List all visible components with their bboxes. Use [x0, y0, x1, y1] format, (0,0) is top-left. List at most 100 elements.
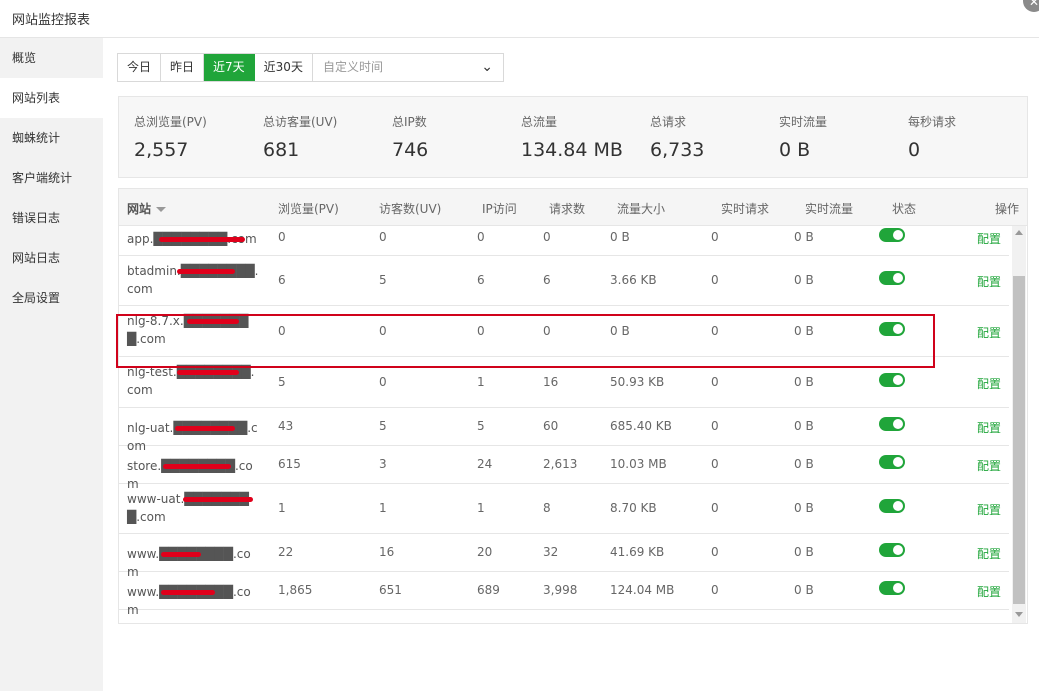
status-toggle[interactable]	[879, 581, 905, 595]
stat-label: 总访客量(UV)	[263, 115, 338, 129]
sidebar-item-error-log[interactable]: 错误日志	[0, 198, 103, 238]
range-30days-button[interactable]: 近30天	[255, 54, 313, 81]
config-link[interactable]: 配置	[977, 273, 1001, 290]
sidebar-item-label: 客户端统计	[12, 171, 73, 185]
stat-total-ip: 总IP数 746	[392, 113, 428, 161]
stat-value: 681	[263, 139, 300, 161]
stat-total-uv: 总访客量(UV) 681	[263, 113, 337, 161]
date-range-selector: 今日 昨日 近7天 近30天 自定义时间 ⌄	[117, 53, 504, 82]
config-link[interactable]: 配置	[977, 457, 1001, 474]
cell-uv: 5	[379, 273, 387, 287]
table-row: www-uat.████████.com 1 1 1 8 8.70 KB 0 0 B 配置	[119, 484, 1009, 534]
cell-pv: 615	[278, 457, 301, 471]
cell-rt-traffic: 0 B	[794, 583, 814, 597]
table-body: app.████████.com00000 B00 B配置btadmin.███…	[119, 226, 1009, 623]
config-link[interactable]: 配置	[977, 375, 1001, 392]
range-yesterday-button[interactable]: 昨日	[161, 54, 205, 81]
custom-time-select[interactable]: 自定义时间 ⌄	[313, 54, 503, 81]
cell-rt-traffic: 0 B	[794, 273, 814, 287]
status-toggle[interactable]	[879, 499, 905, 513]
cell-site: www.████████.com	[127, 585, 251, 617]
cell-uv: 5	[379, 419, 387, 433]
cell-ip: 24	[477, 457, 493, 471]
status-toggle[interactable]	[879, 373, 905, 387]
stat-label: 总流量	[521, 115, 558, 129]
scroll-down-icon[interactable]	[1015, 612, 1023, 617]
cell-ip: 0	[477, 230, 485, 244]
cell-traffic: 3.66 KB	[610, 273, 657, 287]
table-row: nlg-uat.████████.com435560685.40 KB00 B配…	[119, 408, 1009, 453]
column-header-uv: 访客数(UV)	[379, 202, 442, 216]
cell-uv: 0	[379, 230, 387, 244]
stat-value: 746	[392, 139, 429, 161]
column-header-status: 状态	[892, 202, 917, 216]
cell-requests: 8	[543, 501, 551, 515]
config-link[interactable]: 配置	[977, 324, 1001, 341]
cell-rt-traffic: 0 B	[794, 230, 814, 244]
cell-rt-requests: 0	[711, 545, 719, 559]
config-link[interactable]: 配置	[977, 230, 1001, 247]
config-link[interactable]: 配置	[977, 583, 1001, 600]
cell-pv: 1,865	[278, 583, 313, 597]
chevron-down-icon: ⌄	[481, 59, 493, 75]
column-header-pv: 浏览量(PV)	[278, 202, 339, 216]
stat-realtime-traffic: 实时流量 0 B	[779, 113, 827, 161]
cell-pv: 22	[278, 545, 294, 559]
table-row: www.████████.com 1,865 651 689 3,998 124.04 M…	[119, 572, 1009, 617]
scroll-thumb[interactable]	[1013, 276, 1025, 604]
range-7days-button[interactable]: 近7天	[204, 54, 255, 81]
cell-ip: 6	[477, 273, 485, 287]
cell-pv: 0	[278, 230, 286, 244]
cell-requests: 3,998	[543, 583, 578, 597]
sidebar-item-site-log[interactable]: 网站日志	[0, 238, 103, 278]
cell-uv: 651	[379, 583, 402, 597]
sidebar-item-site-list[interactable]: 网站列表	[0, 78, 103, 118]
cell-requests: 16	[543, 375, 559, 389]
config-link[interactable]: 配置	[977, 501, 1001, 518]
cell-traffic: 8.70 KB	[610, 501, 657, 515]
sidebar-item-spider-stats[interactable]: 蜘蛛统计	[0, 118, 103, 158]
cell-uv: 16	[379, 545, 395, 559]
status-toggle[interactable]	[879, 455, 905, 469]
sort-down-icon[interactable]	[156, 207, 167, 212]
cell-rt-requests: 0	[711, 501, 719, 515]
cell-rt-requests: 0	[711, 273, 719, 287]
stat-label: 总浏览量(PV)	[134, 115, 207, 129]
scroll-up-icon[interactable]	[1015, 230, 1023, 235]
column-header-site[interactable]: 网站	[127, 200, 167, 217]
config-link[interactable]: 配置	[977, 545, 1001, 562]
range-today-button[interactable]: 今日	[118, 54, 162, 81]
sidebar-item-global-settings[interactable]: 全局设置	[0, 278, 103, 318]
status-toggle[interactable]	[879, 228, 905, 242]
cell-requests: 6	[543, 273, 551, 287]
stat-value: 0 B	[779, 139, 811, 161]
close-icon[interactable]: ✕	[1023, 0, 1039, 12]
cell-requests: 2,613	[543, 457, 578, 471]
status-toggle[interactable]	[879, 417, 905, 431]
cell-ip: 689	[477, 583, 500, 597]
sidebar-item-label: 错误日志	[12, 211, 61, 225]
custom-time-placeholder: 自定义时间	[322, 60, 383, 74]
sidebar-item-client-stats[interactable]: 客户端统计	[0, 158, 103, 198]
status-toggle[interactable]	[879, 271, 905, 285]
stat-total-pv: 总浏览量(PV) 2,557	[134, 113, 207, 161]
stat-total-requests: 总请求 6,733	[650, 113, 704, 161]
stat-label: 每秒请求	[908, 115, 957, 129]
cell-site: www-uat.████████.com	[127, 492, 249, 524]
table-row: btadmin.████████.com 6 5 6 6 3.66 KB 0 0 B 配置	[119, 256, 1009, 306]
summary-panel: 总浏览量(PV) 2,557 总访客量(UV) 681 总IP数 746 总流量…	[118, 96, 1028, 178]
sidebar-item-overview[interactable]: 概览	[0, 38, 103, 78]
cell-traffic: 10.03 MB	[610, 457, 667, 471]
config-link[interactable]: 配置	[977, 419, 1001, 436]
column-header-label: 网站	[127, 202, 152, 216]
vertical-scrollbar[interactable]	[1012, 226, 1026, 623]
redaction-mark	[159, 237, 245, 242]
cell-pv: 6	[278, 273, 286, 287]
cell-traffic: 50.93 KB	[610, 375, 665, 389]
status-toggle[interactable]	[879, 543, 905, 557]
redaction-mark	[183, 497, 253, 502]
table-row: store.████████.com6153242,61310.03 MB00 …	[119, 446, 1009, 491]
redaction-mark	[175, 426, 235, 431]
cell-traffic: 685.40 KB	[610, 419, 672, 433]
highlight-annotation-box	[116, 314, 935, 368]
